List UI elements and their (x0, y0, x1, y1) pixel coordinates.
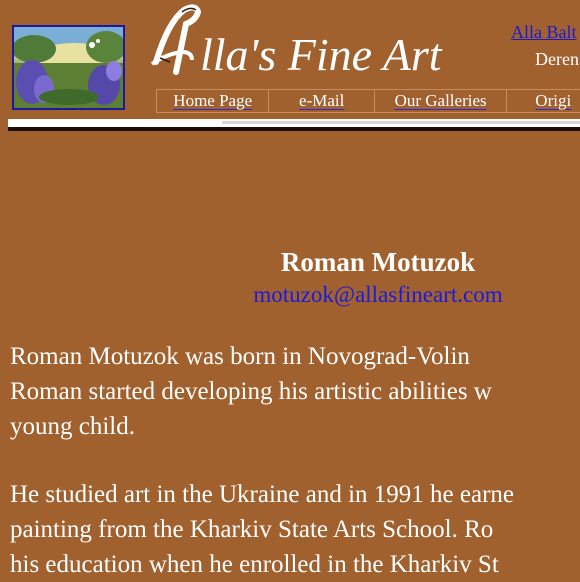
nav-originals[interactable]: Origi (506, 90, 580, 112)
bio-line: young child. (10, 413, 135, 440)
artist-name: Roman Motuzok (280, 247, 476, 277)
header-painting-thumbnail[interactable] (12, 25, 125, 110)
bio-paragraph-1: Roman Motuzok was born in Novograd-Volin… (10, 339, 580, 444)
bio-line: He studied art in the Ukraine and in 199… (10, 481, 514, 508)
bio-line: painting from the Kharkiv State Arts Sch… (10, 516, 494, 543)
nav-home-page[interactable]: Home Page (156, 90, 268, 112)
iris-landscape-image (14, 27, 123, 108)
header-divider-dark (8, 127, 580, 131)
logo-scroll-letter-icon[interactable] (146, 2, 206, 82)
bio-paragraph-2: He studied art in the Ukraine and in 199… (10, 477, 580, 582)
bio-line: Roman Motuzok was born in Novograd-Volin (10, 343, 470, 370)
site-title[interactable]: lla's Fine Art (200, 28, 442, 81)
bio-line: his education when he enrolled in the Kh… (10, 551, 499, 578)
header-divider-gray (222, 121, 580, 124)
nav-our-galleries[interactable]: Our Galleries (373, 90, 506, 112)
artist-email-link[interactable]: motuzok@allasfineart.com (0, 282, 580, 308)
nav-email[interactable]: e-Mail (268, 90, 373, 112)
top-artist-link[interactable]: Alla Balt (511, 22, 577, 43)
bio-line: Roman started developing his artistic ab… (10, 378, 492, 405)
main-nav: Home Page e-Mail Our Galleries Origi (156, 89, 580, 113)
top-artist-subtext: Deren (535, 49, 579, 69)
